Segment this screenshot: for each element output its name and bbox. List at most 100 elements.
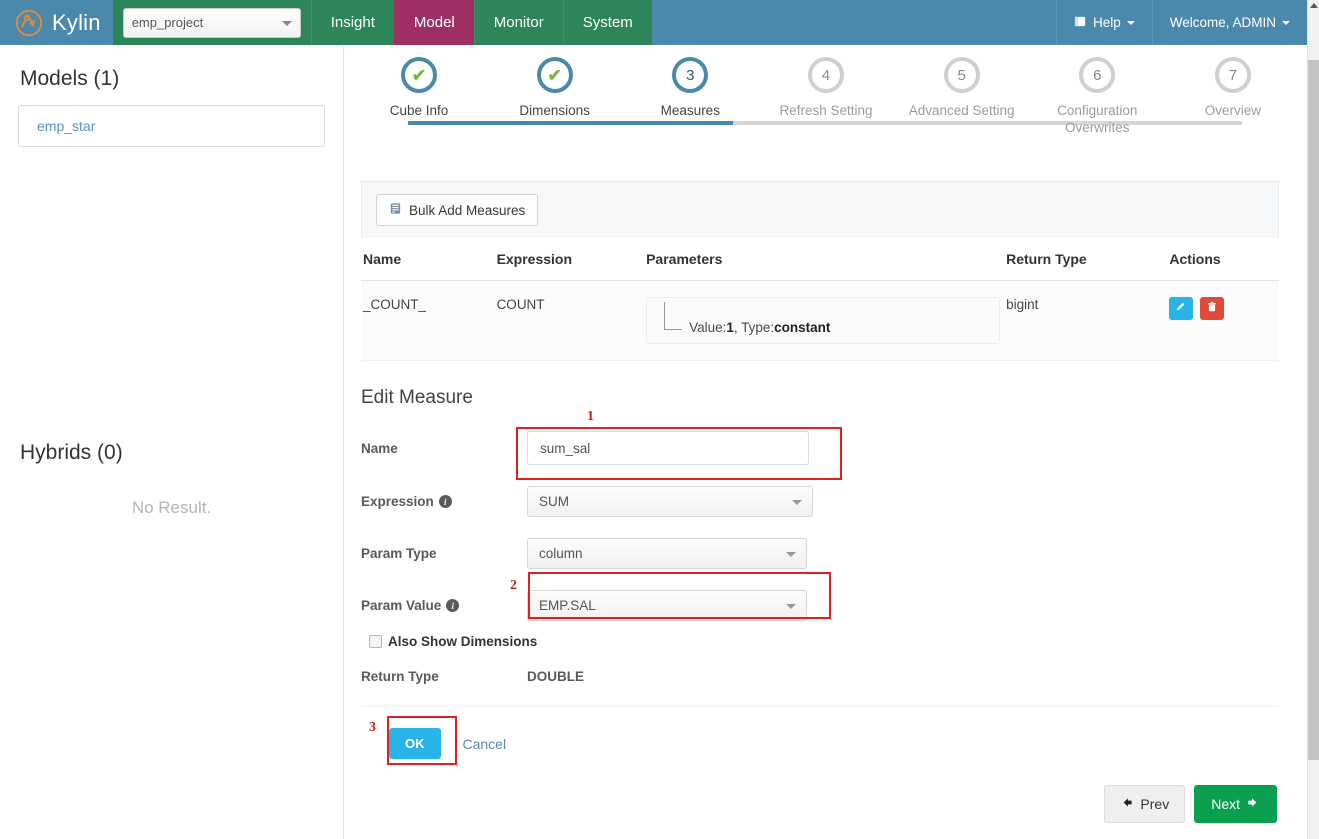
cell-measure-expression: COUNT [496,280,647,361]
list-icon [389,202,402,218]
nav-tab-monitor[interactable]: Monitor [473,0,563,45]
brand-name: Kylin [52,9,101,35]
wizard-step-3-label: Measures [660,103,720,118]
brand[interactable]: Kylin [0,0,113,45]
help-menu[interactable]: Help [1055,0,1152,45]
nav-tab-system[interactable]: System [562,0,652,45]
nav-tab-insight-label: Insight [330,14,375,31]
expression-label: Expression i [361,494,527,509]
also-show-dimensions-checkbox[interactable] [369,635,382,648]
prev-button[interactable]: Prev [1104,785,1186,823]
tree-elbow-icon [664,302,683,330]
name-input-value: sum_sal [540,440,591,456]
wizard-step-1-circle: ✔ [401,57,437,93]
user-menu[interactable]: Welcome, ADMIN [1151,0,1307,45]
wizard-step-5-label: Advanced Setting [908,103,1015,118]
kylin-logo-icon [14,8,44,38]
also-show-dimensions-row[interactable]: Also Show Dimensions [369,634,1279,649]
wizard-step-advanced-setting[interactable]: 5 Advanced Setting [906,57,1018,136]
book-icon [1074,15,1087,31]
project-selector-wrap: emp_project [112,0,311,45]
annotation-number-1: 1 [587,409,594,424]
wizard-step-cube-info[interactable]: ✔ Cube Info [363,57,475,136]
next-button[interactable]: Next [1194,785,1277,823]
info-icon[interactable]: i [438,495,452,508]
cube-wizard-steps: ✔ Cube Info ✔ Dimensions 3 Measures 4 Re… [345,45,1307,167]
expression-select[interactable]: SUM [527,486,813,517]
wizard-step-refresh-setting[interactable]: 4 Refresh Setting [770,57,882,136]
wizard-step-dimensions[interactable]: ✔ Dimensions [499,57,611,136]
top-navigation-bar: Kylin emp_project Insight Model Monitor … [0,0,1307,45]
col-header-parameters: Parameters [646,238,1007,281]
return-type-value: DOUBLE [527,669,584,684]
bulk-add-measures-button[interactable]: Bulk Add Measures [376,194,539,226]
edit-measure-button[interactable] [1169,297,1194,320]
param-type-select-value: column [539,546,583,561]
wizard-step-5-circle: 5 [943,57,980,93]
scrollbar-thumb[interactable] [1308,60,1319,760]
param-type-select[interactable]: column [527,538,807,569]
scroll-up-arrow-icon[interactable] [1310,3,1318,8]
left-sidebar: Models (1) emp_star Hybrids (0) No Resul… [0,45,344,839]
nav-tabs: Insight Model Monitor System [310,0,652,45]
also-show-dimensions-label: Also Show Dimensions [388,634,538,649]
col-header-expression: Expression [496,238,647,281]
return-type-label: Return Type [361,669,439,684]
models-title: Models (1) [20,67,120,90]
project-select[interactable]: emp_project [122,7,301,38]
nav-tab-system-label: System [582,14,633,31]
wizard-step-2-circle: ✔ [536,57,573,93]
cancel-link[interactable]: Cancel [463,736,507,752]
wizard-step-configuration-overwrites[interactable]: 6 Configuration Overwrites [1041,57,1153,136]
param-value-select[interactable]: EMP.SAL [527,590,807,621]
nav-tab-insight[interactable]: Insight [310,0,394,45]
chevron-down-icon [1282,20,1290,25]
wizard-step-overview[interactable]: 7 Overview [1177,57,1289,136]
bulk-add-measures-label: Bulk Add Measures [409,202,526,218]
measures-table: Name Expression Parameters Return Type A… [361,238,1279,361]
prev-button-label: Prev [1140,796,1170,812]
col-header-actions: Actions [1169,238,1279,281]
wizard-step-measures[interactable]: 3 Measures [634,57,746,136]
check-icon: ✔ [411,65,427,85]
arrow-right-icon [1247,796,1260,812]
ok-button[interactable]: OK [389,728,441,759]
parameter-type: constant [774,320,831,335]
param-value-label: Param Value i [361,598,527,613]
nav-tab-model[interactable]: Model [393,0,474,45]
measures-panel: Bulk Add Measures Name Expression Parame… [361,181,1279,361]
table-row: _COUNT_ COUNT Value:1, Type:constant big… [361,280,1279,361]
form-row-name: Name sum_sal [361,431,1279,465]
model-name-label: emp_star [37,118,96,134]
hybrids-title: Hybrids (0) [20,441,123,464]
hybrids-empty-message: No Result. [131,498,212,517]
wizard-step-4-label: Refresh Setting [779,103,873,118]
nav-right-group: Help Welcome, ADMIN [1055,0,1307,45]
form-actions-row: OK Cancel 3 [361,705,1279,779]
chevron-down-icon [281,20,292,26]
page-scrollbar[interactable] [1307,0,1319,839]
form-row-param-value: Param Value i EMP.SAL [361,590,1279,621]
param-value-select-value: EMP.SAL [539,598,596,613]
parameter-entry: Value:1, Type:constant [689,320,991,335]
check-icon: ✔ [547,65,562,85]
cell-measure-actions [1169,280,1279,361]
expression-select-value: SUM [539,494,569,509]
param-type-label: Param Type [361,546,437,561]
chevron-down-icon [1126,20,1135,25]
nav-tab-model-label: Model [413,14,455,31]
sidebar-model-item[interactable]: emp_star [18,105,325,147]
form-row-expression: Expression i SUM [361,486,1279,517]
annotation-number-3: 3 [369,720,376,735]
wizard-footer: Prev Next [345,771,1307,839]
wizard-step-4-circle: 4 [807,57,844,93]
cell-measure-return-type: bigint [1006,280,1170,361]
user-menu-label: Welcome, ADMIN [1169,15,1276,30]
name-input[interactable]: sum_sal [527,431,809,465]
delete-measure-button[interactable] [1200,297,1225,320]
info-icon[interactable]: i [446,599,460,612]
help-label: Help [1092,15,1121,30]
pencil-icon [1175,301,1187,316]
name-label: Name [361,440,398,456]
parameter-tree: Value:1, Type:constant [646,297,1001,344]
